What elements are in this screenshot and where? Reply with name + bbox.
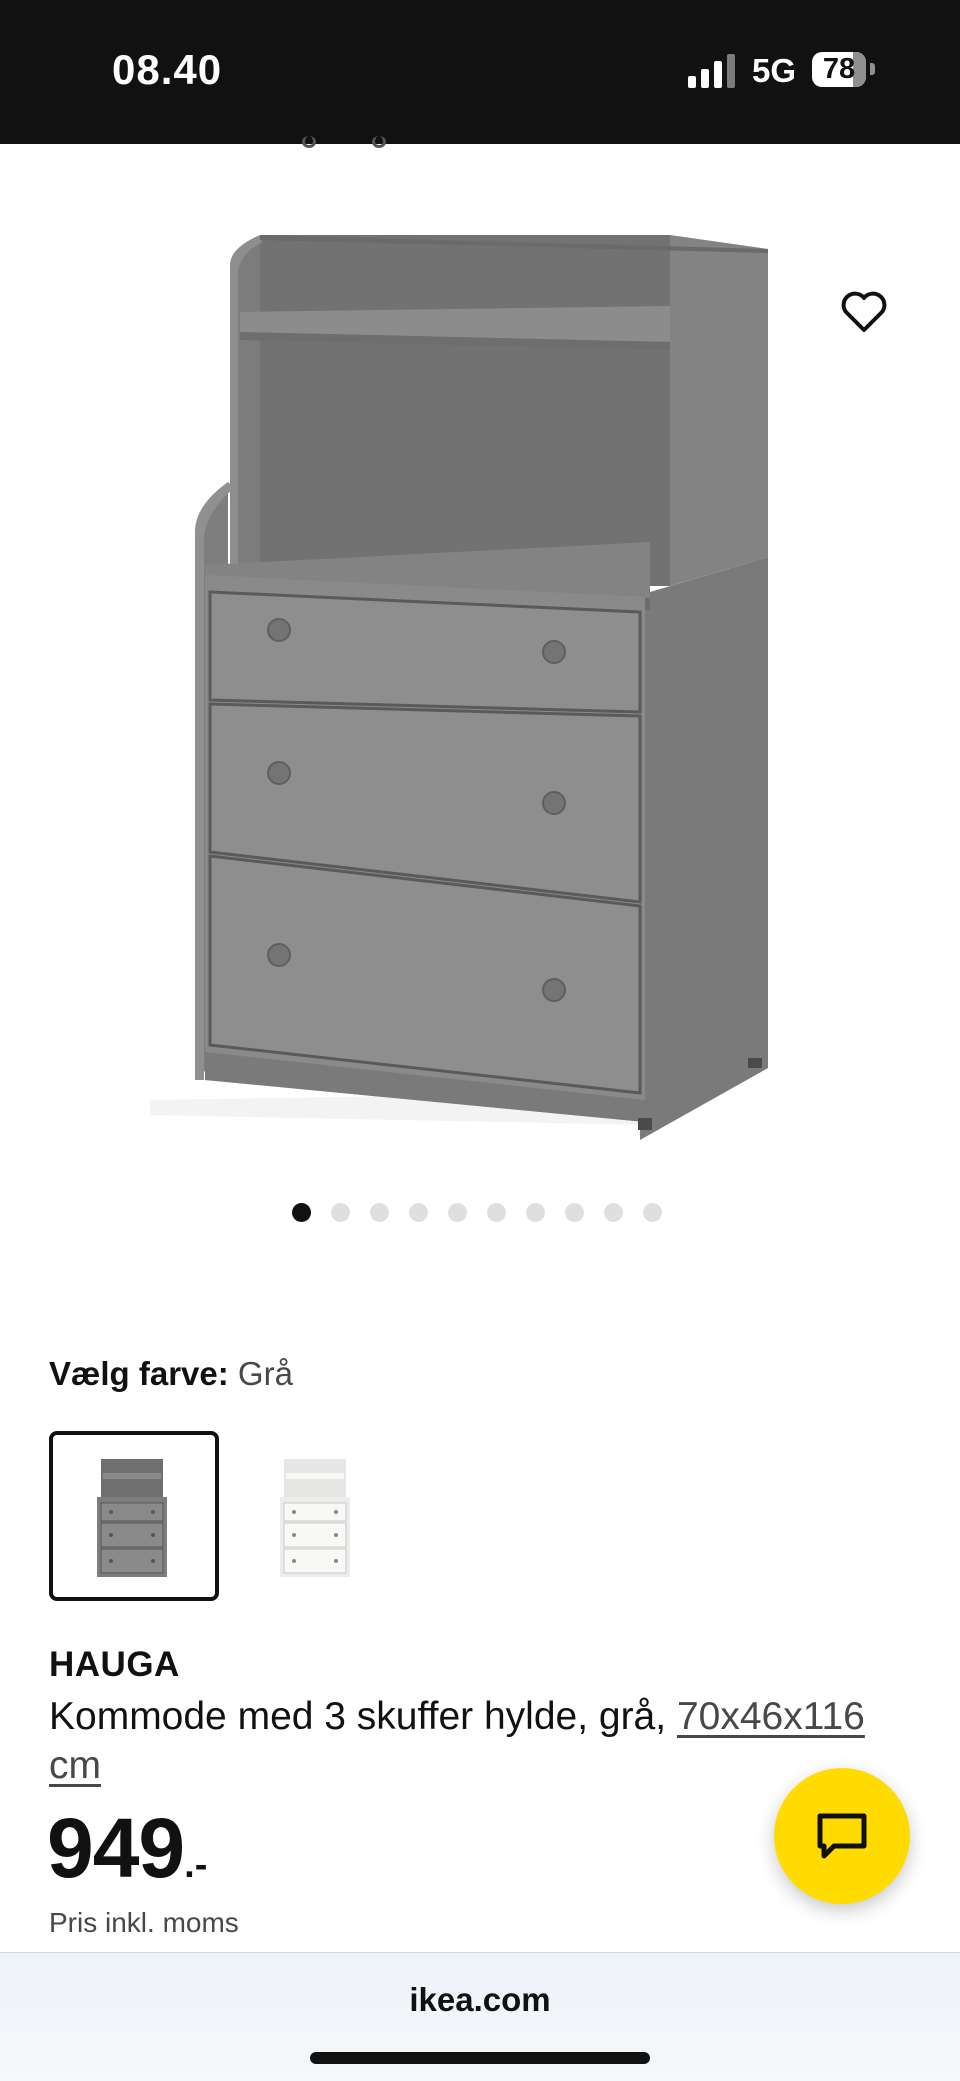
status-bar: 08.40 5G 78 (0, 0, 960, 144)
chat-bubble-icon (817, 1813, 867, 1859)
browser-url-bar[interactable]: ikea.com (0, 1952, 960, 2081)
product-price: 949.- (47, 1800, 207, 1897)
gallery-dot[interactable] (448, 1203, 467, 1222)
network-type: 5G (752, 52, 797, 89)
gallery-dot[interactable] (370, 1203, 389, 1222)
price-suffix: .- (184, 1844, 208, 1886)
favorite-button[interactable] (840, 290, 888, 334)
signal-bars-icon (688, 52, 736, 88)
product-image[interactable] (150, 220, 790, 1170)
gallery-dot[interactable] (604, 1203, 623, 1222)
chat-button[interactable] (774, 1768, 910, 1904)
gallery-dot[interactable] (487, 1203, 506, 1222)
battery-level: 78 (822, 53, 856, 85)
battery-icon: 78 (812, 52, 866, 87)
color-swatch-white[interactable] (232, 1431, 402, 1601)
gallery-dot[interactable] (643, 1203, 662, 1222)
gallery-dot[interactable] (526, 1203, 545, 1222)
gallery-dot[interactable] (565, 1203, 584, 1222)
scrolled-off-text (220, 132, 420, 150)
product-description-text: Kommode med 3 skuffer hylde, grå, (49, 1695, 667, 1738)
url-text[interactable]: ikea.com (0, 1981, 960, 2019)
price-integer: 949 (47, 1801, 185, 1895)
product-description: Kommode med 3 skuffer hylde, grå, 70x46x… (49, 1692, 909, 1790)
color-picker-title: Vælg farve: (49, 1355, 229, 1392)
gallery-dot[interactable] (331, 1203, 350, 1222)
product-name: HAUGA (49, 1645, 180, 1684)
dresser-thumbnail-white (280, 1459, 350, 1577)
home-indicator[interactable] (310, 2052, 650, 2064)
battery-tip (870, 63, 875, 75)
color-picker-label: Vælg farve: Grå (49, 1355, 293, 1393)
color-swatch-grey[interactable] (49, 1431, 219, 1601)
status-time: 08.40 (112, 46, 223, 93)
selected-color-name: Grå (237, 1355, 293, 1392)
dresser-thumbnail-grey (97, 1459, 167, 1577)
gallery-pagination[interactable] (292, 1203, 672, 1223)
gallery-dot[interactable] (292, 1203, 311, 1222)
heart-outline-icon (841, 291, 887, 332)
gallery-dot[interactable] (409, 1203, 428, 1222)
dresser-illustration (150, 235, 768, 1140)
price-note: Pris inkl. moms (49, 1907, 239, 1938)
